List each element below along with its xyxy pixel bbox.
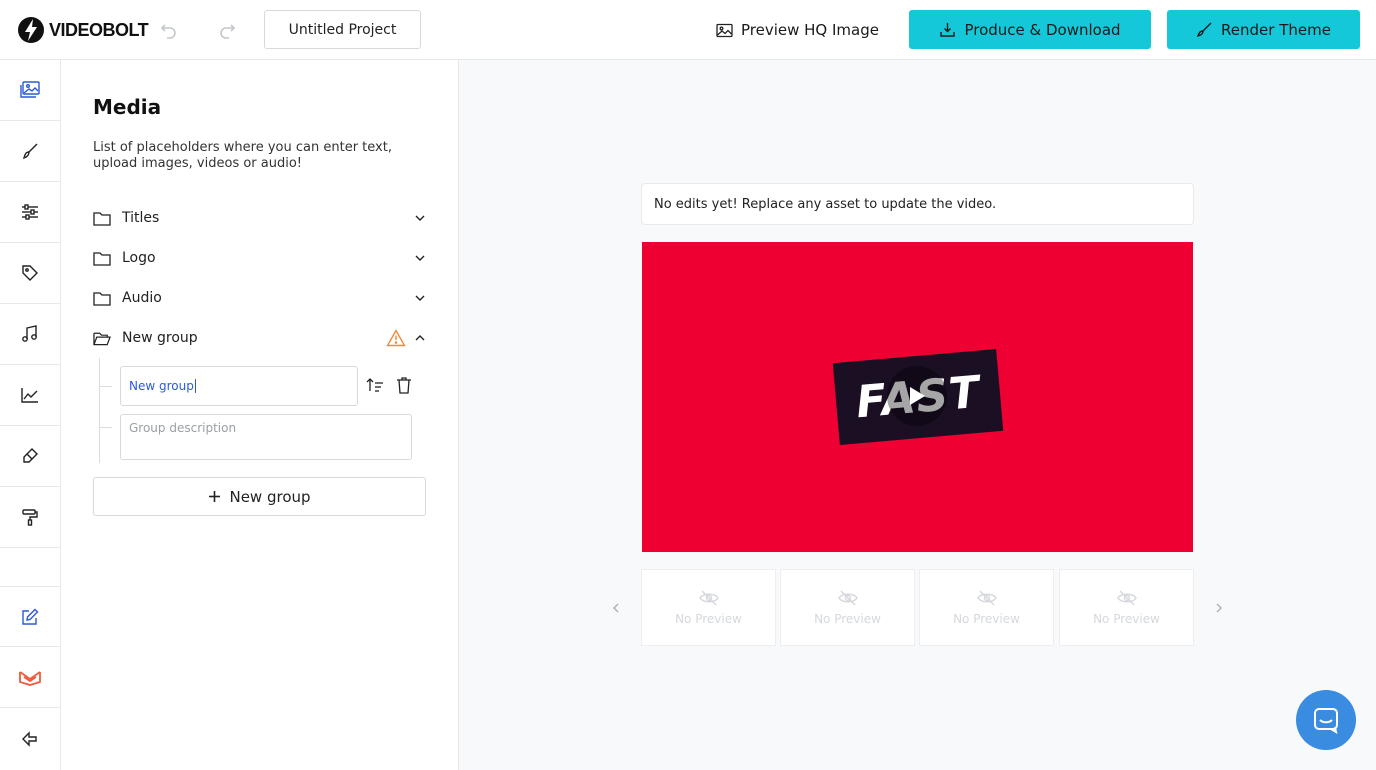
play-button[interactable]: [887, 366, 947, 426]
group-label: Titles: [122, 210, 160, 226]
sliders-icon: [22, 204, 38, 220]
project-name: Untitled Project: [288, 21, 397, 38]
thumbnail-3[interactable]: No Preview: [919, 569, 1054, 646]
rail-settings[interactable]: [0, 182, 60, 243]
preview-hq-button[interactable]: Preview HQ Image: [716, 18, 879, 42]
render-theme-button[interactable]: Render Theme: [1167, 10, 1360, 49]
rail-exit[interactable]: [0, 708, 60, 769]
add-new-group-button[interactable]: New group: [93, 477, 426, 516]
icon-rail: [0, 60, 61, 770]
group-audio[interactable]: Audio: [93, 286, 427, 310]
rail-eraser[interactable]: [0, 426, 60, 487]
paint-roller-icon: [22, 509, 38, 526]
edit-icon: [22, 608, 39, 625]
warning-icon: [386, 329, 406, 351]
group-label: Logo: [122, 250, 156, 266]
thumbnail-2[interactable]: No Preview: [780, 569, 915, 646]
project-name-field[interactable]: Untitled Project: [264, 10, 421, 49]
play-icon: [910, 387, 925, 405]
notice-text: No edits yet! Replace any asset to updat…: [654, 196, 997, 212]
group-description-placeholder: Group description: [129, 421, 237, 435]
undo-icon: [160, 24, 176, 39]
chevron-down-icon[interactable]: [413, 251, 427, 265]
preview-hq-label: Preview HQ Image: [741, 21, 879, 39]
render-label: Render Theme: [1221, 20, 1331, 39]
tree-connector: [99, 358, 100, 463]
thumbnail-label: No Preview: [675, 611, 742, 626]
folder-open-icon: [93, 330, 111, 346]
thumbnail-label: No Preview: [1093, 611, 1160, 626]
eye-off-icon: [1116, 590, 1137, 605]
media-icon: [20, 81, 40, 98]
chevron-down-icon[interactable]: [413, 211, 427, 225]
panel-description: List of placeholders where you can enter…: [93, 140, 392, 171]
eye-off-icon: [698, 590, 719, 605]
folder-icon: [93, 290, 111, 306]
rail-brush[interactable]: [0, 121, 60, 182]
exit-icon: [22, 730, 37, 747]
new-group-label: New group: [229, 487, 311, 506]
rail-edit[interactable]: [0, 586, 60, 647]
chevron-left-icon: [613, 603, 619, 613]
redo-icon: [220, 24, 236, 39]
trash-icon: [397, 377, 411, 394]
thumbnails-next-button[interactable]: [1213, 600, 1225, 616]
brush-icon: [1196, 22, 1212, 38]
rail-media[interactable]: [0, 60, 60, 121]
rail-analytics[interactable]: [0, 365, 60, 426]
edit-notice: No edits yet! Replace any asset to updat…: [641, 183, 1194, 225]
group-logo[interactable]: Logo: [93, 246, 427, 270]
chart-icon: [21, 388, 38, 403]
rail-brand[interactable]: [0, 647, 60, 708]
tag-icon: [22, 265, 38, 281]
chat-icon: [1314, 708, 1338, 734]
logo-text: VIDEOBOLT: [49, 19, 149, 40]
image-icon: [716, 23, 733, 37]
brush-icon: [23, 143, 38, 160]
eye-off-icon: [837, 590, 858, 605]
thumbnail-label: No Preview: [953, 611, 1020, 626]
download-icon: [940, 23, 956, 37]
text-caret: [194, 379, 196, 393]
group-label: New group: [122, 330, 198, 346]
thumbnail-1[interactable]: No Preview: [641, 569, 776, 646]
thumbnail-label: No Preview: [814, 611, 881, 626]
group-label: Audio: [122, 290, 162, 306]
tree-tick: [100, 386, 112, 387]
chevron-down-icon[interactable]: [413, 291, 427, 305]
tree-tick: [100, 427, 112, 428]
folder-icon: [93, 250, 111, 266]
delete-button[interactable]: [396, 377, 412, 398]
thumbnail-4[interactable]: No Preview: [1059, 569, 1194, 646]
thumbnails-prev-button[interactable]: [610, 600, 622, 616]
brand-logo-icon: [19, 671, 41, 686]
group-name-value: New group: [129, 379, 194, 393]
group-new-group[interactable]: New group: [93, 326, 427, 350]
music-icon: [22, 325, 37, 342]
group-titles[interactable]: Titles: [93, 206, 427, 230]
produce-download-button[interactable]: Produce & Download: [909, 10, 1151, 49]
video-preview[interactable]: FAST: [642, 242, 1193, 552]
rail-paint[interactable]: [0, 487, 60, 548]
produce-label: Produce & Download: [964, 20, 1121, 39]
chat-support-button[interactable]: [1296, 690, 1356, 750]
videobolt-logo[interactable]: VIDEOBOLT: [16, 14, 149, 46]
chevron-up-icon[interactable]: [413, 331, 427, 345]
panel-title: Media: [93, 95, 162, 119]
sort-icon: [366, 378, 383, 392]
group-name-input[interactable]: New group: [120, 366, 358, 406]
top-header: VIDEOBOLT Untitled Project Preview HQ Im…: [0, 0, 1376, 60]
redo-button[interactable]: [215, 18, 239, 42]
eye-off-icon: [976, 590, 997, 605]
group-description-input[interactable]: Group description: [120, 414, 412, 460]
chevron-right-icon: [1216, 603, 1222, 613]
folder-icon: [93, 210, 111, 226]
rail-tags[interactable]: [0, 243, 60, 304]
plus-icon: [209, 491, 221, 502]
undo-button[interactable]: [157, 18, 181, 42]
sort-button[interactable]: [366, 377, 384, 397]
eraser-icon: [23, 448, 38, 463]
rail-audio[interactable]: [0, 304, 60, 365]
bolt-icon: [18, 17, 44, 43]
